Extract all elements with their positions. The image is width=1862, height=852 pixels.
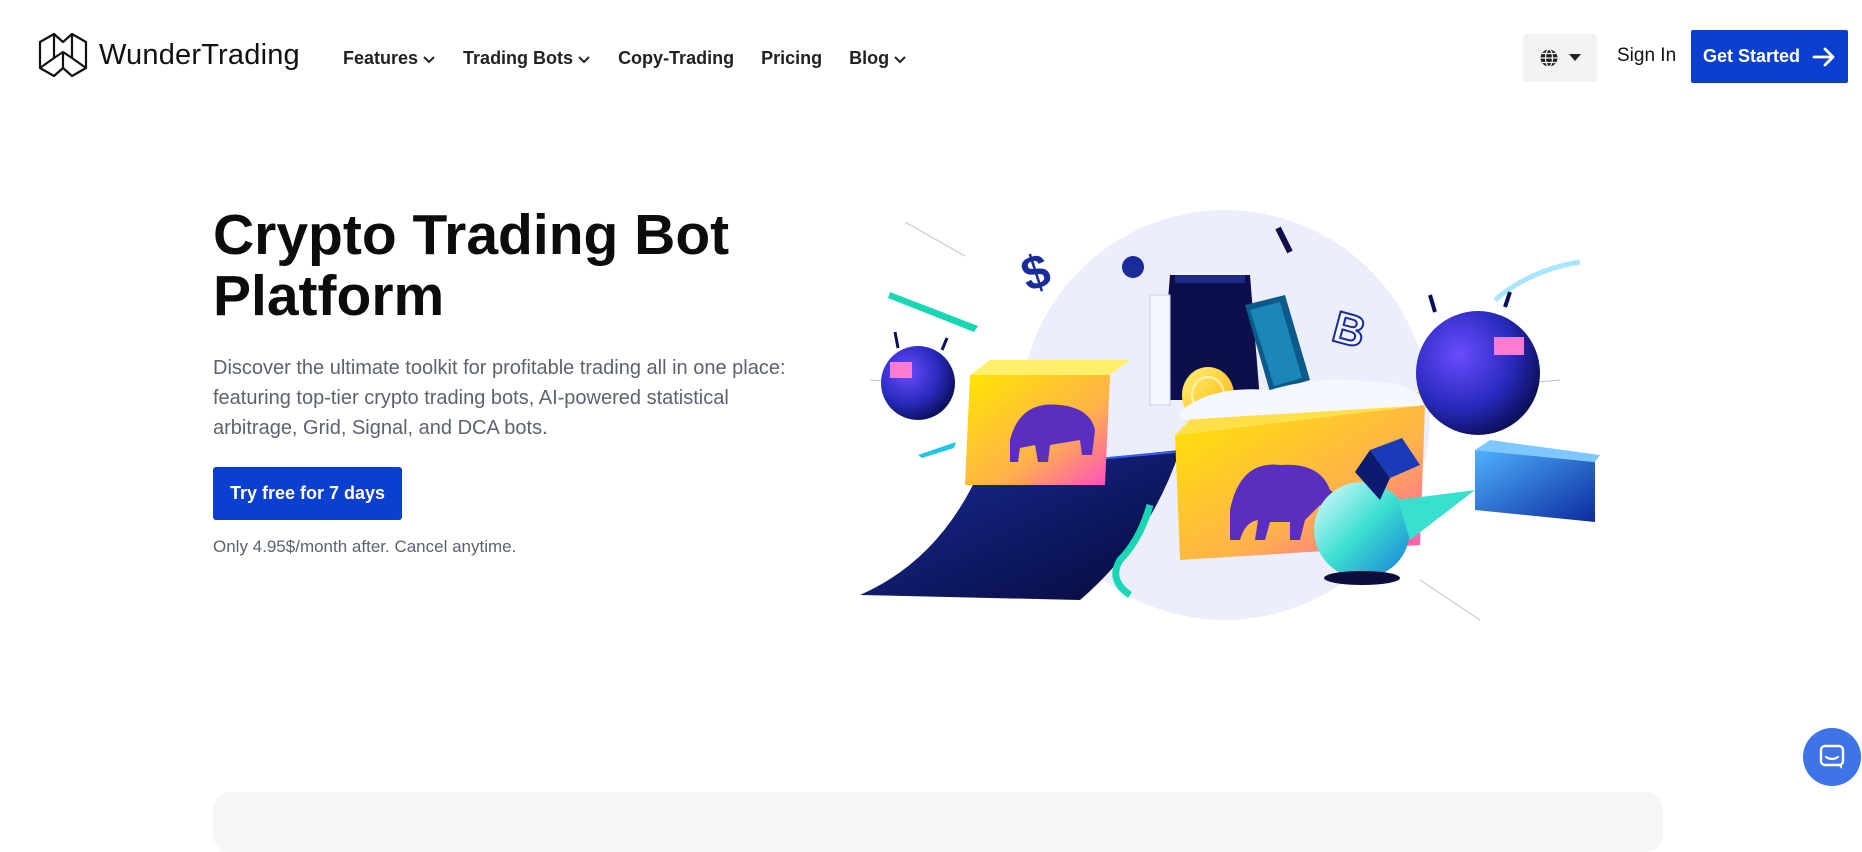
left-robot (881, 346, 955, 420)
nav-features[interactable]: Features (343, 48, 436, 69)
nav-pricing[interactable]: Pricing (761, 48, 822, 69)
try-free-button[interactable]: Try free for 7 days (213, 467, 402, 520)
main-nav: Features Trading Bots Copy-Trading Prici… (343, 48, 934, 69)
price-note: Only 4.95$/month after. Cancel anytime. (213, 537, 517, 556)
nav-features-label: Features (343, 48, 419, 68)
hero-illustration: $ B (860, 210, 1600, 621)
sign-in-link[interactable]: Sign In (1617, 45, 1676, 67)
hero-description: Discover the ultimate toolkit for profit… (213, 357, 786, 439)
get-started-button[interactable]: Get Started (1691, 30, 1848, 83)
get-started-label: Get Started (1702, 46, 1801, 66)
site-header: WunderTrading Features Trading Bots Copy… (0, 0, 1862, 115)
hero-title-line2: Platform (213, 264, 445, 328)
chevron-down-icon (578, 55, 590, 63)
brand-logo[interactable]: WunderTrading (37, 30, 300, 80)
chat-icon (1819, 744, 1845, 769)
nav-copy-trading-label: Copy-Trading (618, 48, 735, 68)
right-robot (1416, 311, 1540, 435)
nav-copy-trading[interactable]: Copy-Trading (618, 48, 734, 69)
nav-trading-bots[interactable]: Trading Bots (463, 48, 591, 69)
brand-name: WunderTrading (99, 38, 300, 71)
nav-blog[interactable]: Blog (849, 48, 907, 69)
chevron-down-icon (894, 55, 906, 63)
arrow-right-icon (1812, 47, 1835, 66)
language-selector[interactable] (1523, 34, 1597, 82)
caret-down-icon (1569, 54, 1581, 61)
nav-trading-bots-label: Trading Bots (463, 48, 574, 68)
nav-blog-label: Blog (849, 48, 890, 68)
hero-title: Crypto Trading Bot Platform (213, 205, 833, 327)
svg-text:$: $ (1015, 244, 1057, 303)
map-fold-logo-icon (38, 32, 88, 78)
next-section-card (213, 792, 1663, 852)
hero-title-line1: Crypto Trading Bot (213, 203, 730, 267)
chat-widget-button[interactable] (1803, 728, 1861, 786)
chevron-down-icon (423, 55, 435, 63)
teal-sphere (1314, 482, 1410, 578)
globe-icon (1540, 48, 1558, 68)
nav-pricing-label: Pricing (761, 48, 823, 68)
blue-box (1475, 450, 1595, 522)
